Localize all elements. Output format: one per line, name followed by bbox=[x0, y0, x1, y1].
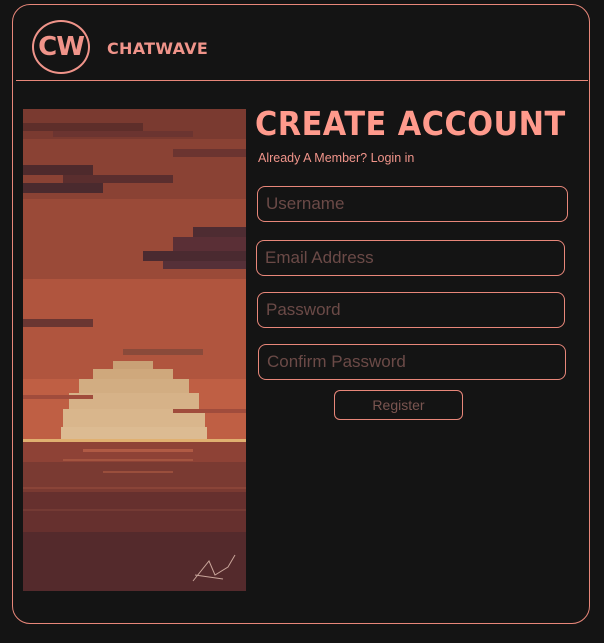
email-input[interactable] bbox=[256, 240, 565, 276]
page-title: CREATE ACCOUNT bbox=[255, 104, 566, 143]
password-input[interactable] bbox=[257, 292, 565, 328]
register-button[interactable]: Register bbox=[334, 390, 463, 420]
confirm-password-input[interactable] bbox=[258, 344, 566, 380]
member-prompt: Already A Member? Login in bbox=[258, 151, 414, 165]
sunset-illustration bbox=[23, 109, 246, 591]
logo[interactable]: CW bbox=[32, 20, 90, 74]
username-input[interactable] bbox=[257, 186, 568, 222]
brand-name[interactable]: CHATWAVE bbox=[107, 39, 208, 58]
header: CW CHATWAVE bbox=[16, 17, 588, 81]
member-prompt-text: Already A Member? bbox=[258, 151, 368, 165]
login-link[interactable]: Login in bbox=[371, 151, 415, 165]
